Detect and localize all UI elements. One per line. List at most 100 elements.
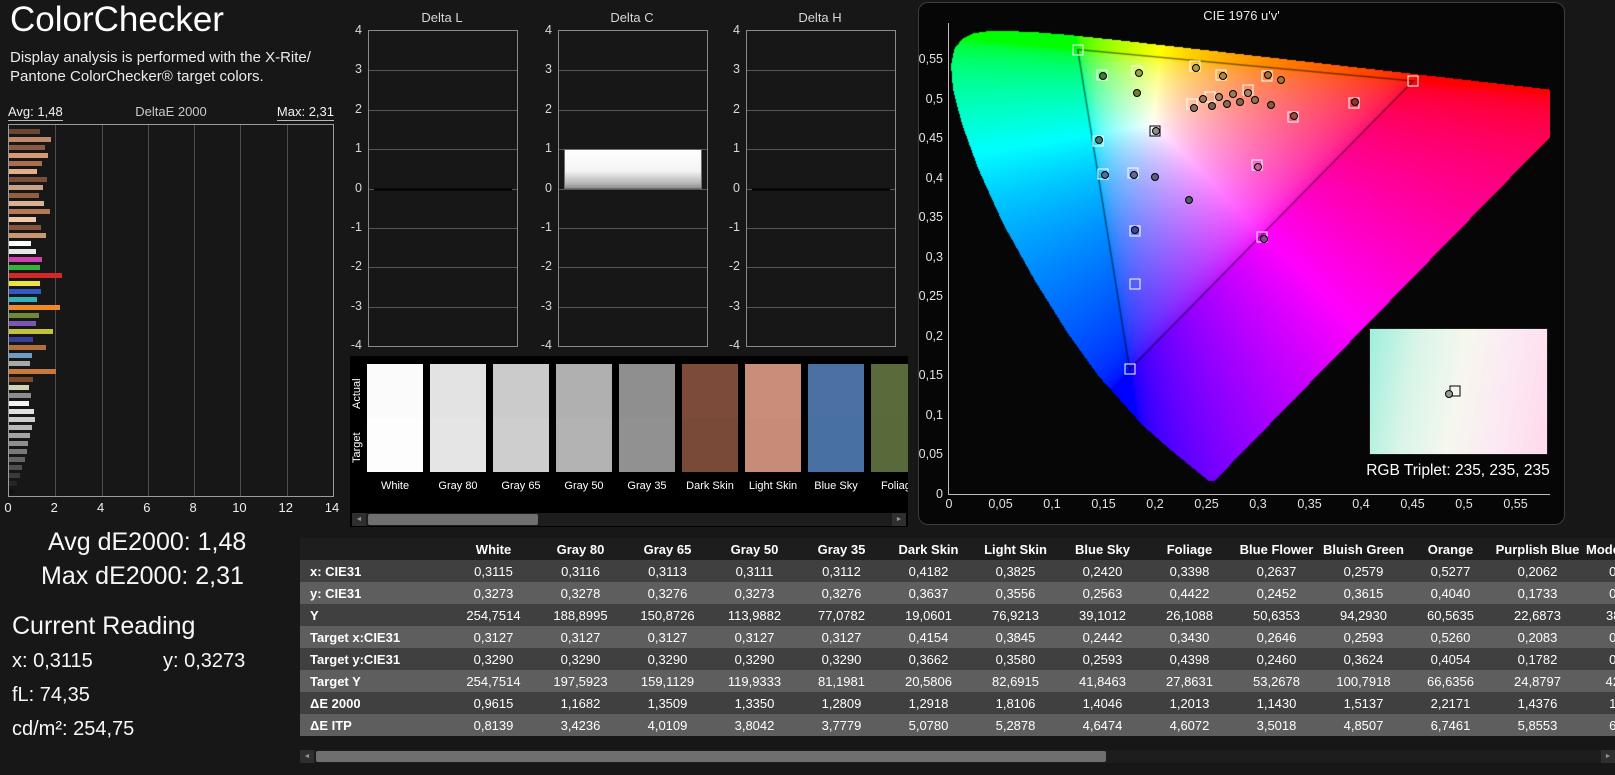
table-cell: 4,6072: [1169, 717, 1210, 733]
gridline: [559, 267, 707, 269]
measured-marker: [1276, 76, 1285, 85]
axis-tick-label: 0,55: [1503, 497, 1528, 511]
table-cell: 38,2511: [1605, 607, 1615, 623]
axis-tick-label: 2: [733, 101, 740, 116]
swatch-column: Gray 50: [556, 364, 612, 514]
table-cell: 0,3290: [473, 651, 514, 667]
deltae-bar: [9, 457, 25, 462]
table-cell: 19,0601: [905, 607, 952, 623]
table-row-label: Target x:CIE31: [310, 629, 401, 645]
axis-tick-label: -3: [728, 298, 740, 313]
swatch-target: [808, 418, 864, 472]
rgb-triplet-label: RGB Triplet: 235, 235, 235: [1366, 462, 1550, 479]
axis-tick-label: 1: [355, 141, 362, 156]
measured-marker: [1199, 94, 1208, 103]
gridline: [747, 267, 895, 269]
axis-tick-label: 0,2: [1146, 497, 1164, 511]
delta-l-title: Delta L: [421, 10, 463, 25]
table-cell: 0,3115: [474, 563, 513, 579]
description-line-2: Pantone ColorChecker® target colors.: [10, 68, 264, 85]
table-cell: 60,5635: [1427, 607, 1474, 623]
table-cell: 159,1129: [640, 673, 695, 689]
swatch-row-label-target: Target: [351, 432, 363, 464]
swatch-actual: [745, 364, 801, 418]
table-cell: 1,4231: [1609, 695, 1615, 711]
gridline: [747, 306, 895, 308]
axis-tick-label: 0,35: [918, 210, 943, 225]
table-cell: 0,3116: [561, 563, 600, 579]
table-cell: 0,4630: [1609, 629, 1615, 645]
table-scroll-track[interactable]: [314, 750, 1601, 763]
reading-y: y: 0,3273: [163, 650, 246, 672]
measured-marker: [1134, 68, 1143, 77]
measured-marker: [1184, 196, 1193, 205]
swatch-scrollbar[interactable]: ◄ ►: [352, 513, 906, 526]
measured-marker: [1099, 72, 1108, 81]
delta-c-plot: [558, 30, 708, 347]
deltae-bar: [9, 385, 29, 390]
deltae-bar: [9, 425, 32, 430]
axis-tick-label: 0,4: [925, 170, 943, 185]
table-cell: 0,3273: [473, 585, 514, 601]
table-row-label: Target y:CIE31: [310, 651, 401, 667]
table-cell: 3,4236: [560, 717, 601, 733]
measured-marker: [1190, 103, 1199, 112]
axis-tick-label: 0: [4, 500, 12, 515]
scroll-left-arrow-icon[interactable]: ◄: [300, 750, 314, 763]
swatch-column: Foliage: [871, 364, 908, 514]
deltae-bar: [9, 281, 40, 286]
table-cell: 1,2809: [821, 695, 862, 711]
table-cell: 4,6474: [1082, 717, 1123, 733]
table-scrollbar[interactable]: ◄ ►: [300, 750, 1615, 763]
axis-tick-label: 8: [189, 500, 197, 515]
table-header-cell: Dark Skin: [898, 541, 959, 557]
table-cell: 82,6915: [992, 673, 1039, 689]
axis-tick-label: 0,3: [1249, 497, 1267, 511]
table-cell: 0,3111: [735, 563, 774, 579]
deltae-bar: [9, 225, 41, 230]
axis-tick-label: 0,3: [925, 249, 943, 264]
delta-h-title: Delta H: [798, 10, 842, 25]
cie-panel: CIE 1976 u'v' 0 0,05 0,1 0,15 0,2 0,25 0,3 0,35…: [918, 2, 1565, 525]
table-scroll-thumb[interactable]: [316, 751, 1106, 762]
delta-bar: [564, 149, 702, 189]
axis-tick-label: -2: [540, 259, 552, 274]
axis-tick-label: 0,25: [918, 289, 943, 304]
deltae-bar: [9, 473, 20, 478]
swatch-name: Gray 65: [501, 480, 541, 492]
reading-cdm2: cd/m²: 254,75: [12, 718, 135, 740]
measured-marker: [1229, 90, 1238, 99]
swatch-target: [430, 418, 486, 472]
table-cell: 0,2579: [1343, 563, 1384, 579]
table-cell: 50,6353: [1253, 607, 1300, 623]
scroll-left-arrow-icon[interactable]: ◄: [352, 513, 366, 526]
table-cell: 39,1012: [1079, 607, 1126, 623]
swatch-scroll-thumb[interactable]: [368, 514, 538, 525]
swatch-actual: [493, 364, 549, 418]
axis-tick-label: 0,45: [918, 131, 943, 146]
table-header-cell: Gray 50: [730, 541, 779, 557]
table-cell: 0,4182: [908, 563, 949, 579]
table-row-label: ΔE ITP: [310, 717, 352, 733]
table-cell: 0,2593: [1082, 651, 1123, 667]
swatch-scroll-track[interactable]: [366, 513, 892, 526]
table-cell: 42,1257: [1605, 673, 1615, 689]
results-table: White Gray 80 Gray 65 Gray 50 Gray 35 Dark Sk…: [300, 538, 1615, 775]
scroll-right-arrow-icon[interactable]: ►: [892, 513, 906, 526]
table-cell: 0,3556: [995, 585, 1036, 601]
axis-tick-label: 2: [355, 101, 362, 116]
swatch-column: Blue Sky: [808, 364, 864, 514]
description-line-1: Display analysis is performed with the X…: [10, 49, 311, 66]
deltae-bar: [9, 489, 15, 494]
deltae-bar: [9, 441, 29, 446]
scroll-right-arrow-icon[interactable]: ►: [1601, 750, 1615, 763]
table-header-cell: White: [475, 541, 512, 557]
table-cell: 1,4376: [1517, 695, 1558, 711]
table-cell: 0,8139: [473, 717, 514, 733]
table-cell: 0,3290: [647, 651, 688, 667]
deltae-bar: [9, 353, 32, 358]
axis-tick-label: 2: [545, 101, 552, 116]
table-cell: 76,9213: [992, 607, 1039, 623]
measured-marker: [1253, 162, 1262, 171]
table-cell: 0,2442: [1082, 629, 1123, 645]
